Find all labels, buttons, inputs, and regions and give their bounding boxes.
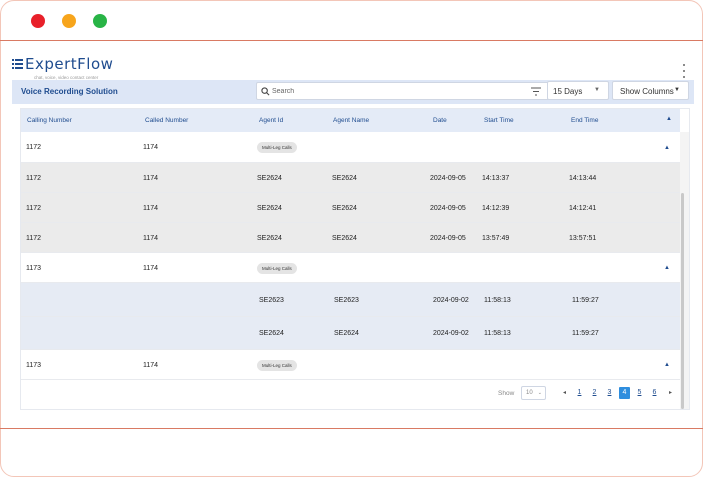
column-header-end-time[interactable]: End Time [571, 117, 598, 124]
multi-leg-badge[interactable]: Multi-Leg Calls [257, 360, 297, 371]
cell-end-time: 13:57:51 [569, 235, 597, 242]
cell-calling-number: 1172 [26, 235, 42, 242]
cell-date: 2024-09-02 [433, 330, 469, 337]
search-input[interactable] [272, 84, 522, 99]
page-link-3[interactable]: 3 [604, 387, 615, 399]
table-row[interactable]: 1173 1174 Multi-Leg Calls ▲ [21, 350, 680, 380]
brand-logo: ExpertFlow chat, voice, video contact ce… [12, 55, 114, 80]
previous-page-icon[interactable]: ◂ [563, 389, 566, 396]
cell-agent-id: SE2624 [257, 205, 282, 212]
cell-called-number: 1174 [143, 175, 159, 182]
page-link-1[interactable]: 1 [574, 387, 585, 399]
chevron-down-icon: ⌄ [537, 390, 542, 396]
cell-start-time: 11:58:13 [484, 297, 511, 304]
page-title: Voice Recording Solution [21, 87, 118, 96]
cell-start-time: 14:12:39 [482, 205, 510, 212]
caret-down-icon: ▼ [674, 87, 680, 93]
search-icon [261, 87, 270, 96]
cell-agent-id: SE2624 [257, 175, 282, 182]
table-row[interactable]: SE2623 SE2623 2024-09-02 11:58:13 11:59:… [21, 283, 680, 317]
app-container: ExpertFlow chat, voice, video contact ce… [12, 52, 694, 410]
column-header-date[interactable]: Date [433, 117, 447, 124]
column-header-agent-id[interactable]: Agent Id [259, 117, 283, 124]
cell-agent-name: SE2624 [332, 175, 357, 182]
show-columns-label: Show Columns [620, 87, 674, 96]
more-options-icon[interactable] [682, 64, 686, 78]
recordings-table: Calling Number Called Number Agent Id Ag… [20, 108, 690, 410]
table-header: Calling Number Called Number Agent Id Ag… [21, 109, 680, 132]
page-link-2[interactable]: 2 [589, 387, 600, 399]
cell-called-number: 1174 [143, 362, 159, 369]
pagination: Show 10 ⌄ ◂ 1 2 3 4 5 6 ▸ [21, 381, 691, 405]
column-header-called-number[interactable]: Called Number [145, 117, 188, 124]
cell-agent-name: SE2623 [334, 297, 359, 304]
cell-start-time: 14:13:37 [482, 175, 510, 182]
cell-agent-id: SE2624 [259, 330, 284, 337]
table-row[interactable]: SE2624 SE2624 2024-09-02 11:58:13 11:59:… [21, 317, 680, 350]
cell-calling-number: 1172 [26, 205, 42, 212]
cell-calling-number: 1172 [26, 175, 42, 182]
date-range-select[interactable]: 15 Days ▼ [547, 81, 609, 100]
cell-start-time: 11:58:13 [484, 330, 511, 337]
cell-date: 2024-09-05 [430, 175, 466, 182]
toolbar: Voice Recording Solution 15 Days ▼ Show … [12, 80, 694, 104]
cell-end-time: 11:59:27 [572, 297, 599, 304]
cell-date: 2024-09-05 [430, 205, 466, 212]
cell-agent-name: SE2624 [332, 235, 357, 242]
cell-start-time: 13:57:49 [482, 235, 510, 242]
collapse-row-icon[interactable]: ▲ [664, 362, 670, 368]
cell-agent-name: SE2624 [334, 330, 359, 337]
page-link-4[interactable]: 4 [619, 387, 630, 399]
column-header-calling-number[interactable]: Calling Number [27, 117, 72, 124]
cell-calling-number: 1172 [26, 144, 42, 151]
table-row[interactable]: 1173 1174 Multi-Leg Calls ▲ [21, 253, 680, 283]
footer-divider [0, 428, 703, 429]
cell-agent-id: SE2623 [259, 297, 284, 304]
maximize-window-button[interactable] [93, 14, 107, 28]
cell-end-time: 14:13:44 [569, 175, 597, 182]
cell-agent-id: SE2624 [257, 235, 282, 242]
cell-calling-number: 1173 [26, 362, 42, 369]
collapse-row-icon[interactable]: ▲ [664, 265, 670, 271]
page-link-6[interactable]: 6 [649, 387, 660, 399]
minimize-window-button[interactable] [62, 14, 76, 28]
multi-leg-badge[interactable]: Multi-Leg Calls [257, 142, 297, 153]
page-size-label: Show [498, 390, 515, 397]
multi-leg-badge[interactable]: Multi-Leg Calls [257, 263, 297, 274]
cell-called-number: 1174 [143, 144, 159, 151]
logo-grid-icon [12, 59, 23, 70]
cell-date: 2024-09-02 [433, 297, 469, 304]
cell-agent-name: SE2624 [332, 205, 357, 212]
cell-called-number: 1174 [143, 205, 159, 212]
column-header-start-time[interactable]: Start Time [484, 117, 514, 124]
brand-name: ExpertFlow [25, 55, 114, 73]
table-row[interactable]: 1172 1174 Multi-Leg Calls ▲ [21, 132, 680, 163]
filter-icon[interactable] [531, 87, 541, 96]
close-window-button[interactable] [31, 14, 45, 28]
table-row[interactable]: 1172 1174 SE2624 SE2624 2024-09-05 13:57… [21, 223, 680, 253]
show-columns-button[interactable]: Show Columns ▼ [612, 81, 689, 100]
cell-calling-number: 1173 [26, 265, 42, 272]
search-box [256, 82, 550, 100]
table-row[interactable]: 1172 1174 SE2624 SE2624 2024-09-05 14:12… [21, 193, 680, 223]
date-range-label: 15 Days [553, 87, 583, 96]
cell-end-time: 11:59:27 [572, 330, 599, 337]
page-size-select[interactable]: 10 ⌄ [521, 386, 546, 400]
page-size-value: 10 [526, 390, 533, 396]
collapse-row-icon[interactable]: ▲ [664, 145, 670, 151]
cell-called-number: 1174 [143, 265, 159, 272]
chevron-down-icon: ▼ [594, 87, 600, 93]
cell-called-number: 1174 [143, 235, 159, 242]
cell-date: 2024-09-05 [430, 235, 466, 242]
page-link-5[interactable]: 5 [634, 387, 645, 399]
table-row[interactable]: 1172 1174 SE2624 SE2624 2024-09-05 14:13… [21, 163, 680, 193]
collapse-all-icon[interactable]: ▲ [666, 116, 672, 122]
next-page-icon[interactable]: ▸ [669, 389, 672, 396]
scrollbar-thumb[interactable] [681, 193, 684, 409]
title-bar-divider [0, 40, 703, 41]
column-header-agent-name[interactable]: Agent Name [333, 117, 369, 124]
cell-end-time: 14:12:41 [569, 205, 597, 212]
